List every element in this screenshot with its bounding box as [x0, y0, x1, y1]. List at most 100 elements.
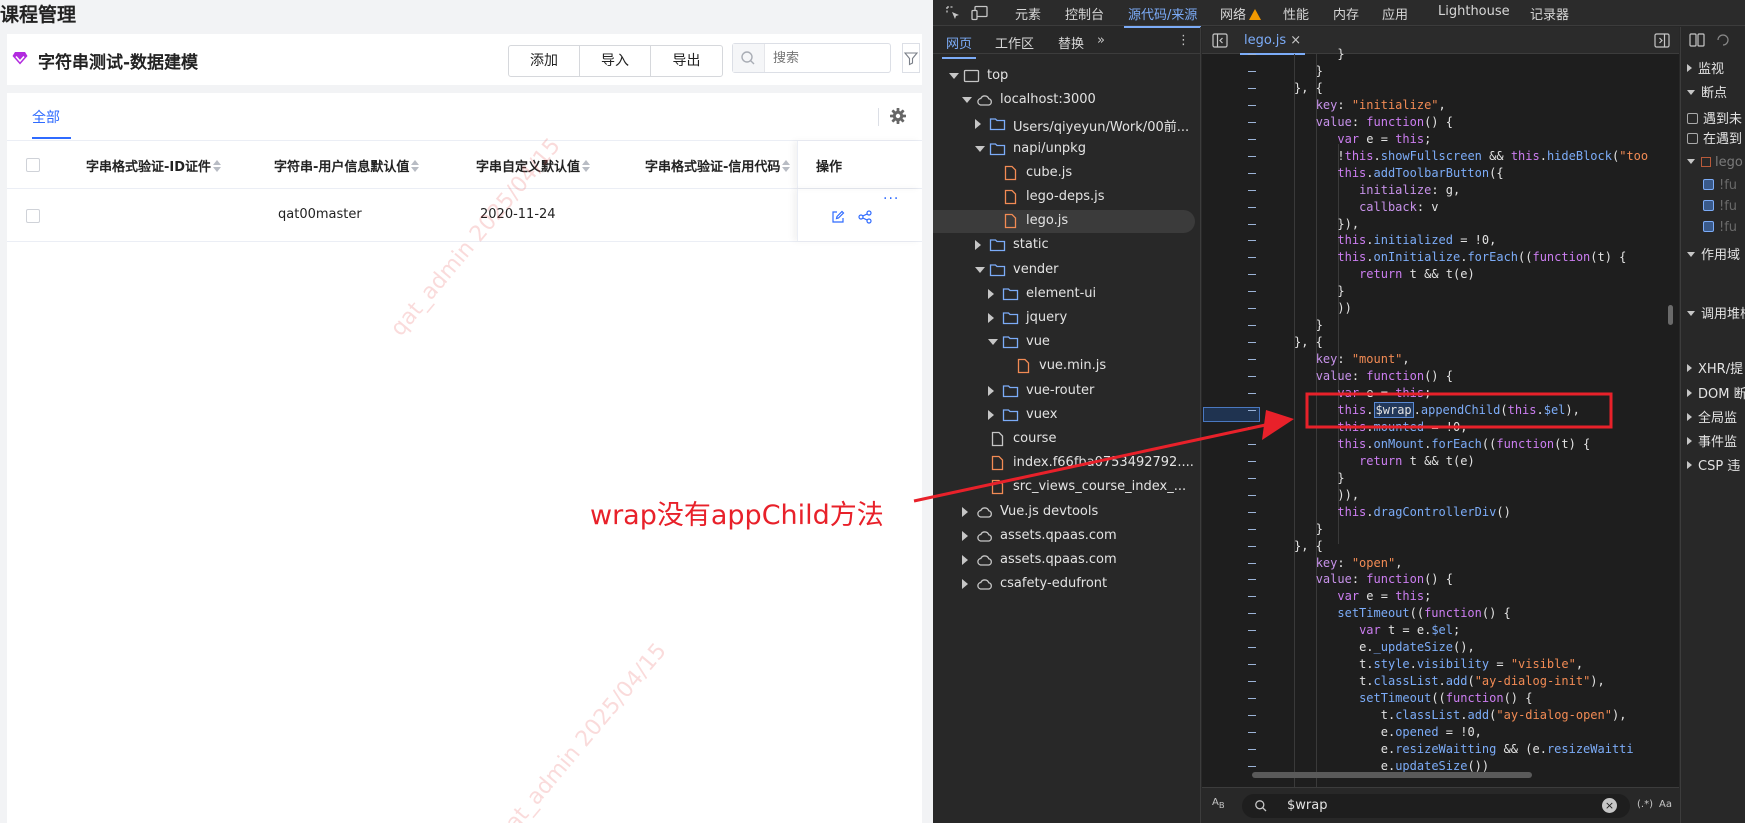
dom-breakpoints-section[interactable]: DOM 断 [1687, 383, 1745, 402]
file-tree-item[interactable]: vuex [933, 404, 1201, 427]
column-header-custom-default[interactable]: 字串自定义默认值 [476, 156, 591, 175]
import-button[interactable]: 导入 [580, 46, 651, 76]
tab-application[interactable]: 应用 [1382, 4, 1408, 23]
code-line[interactable]: e._updateSize(), [1359, 639, 1475, 656]
file-tree-item[interactable]: static [933, 234, 1201, 257]
clear-search-icon[interactable]: × [1602, 798, 1617, 813]
collapsed-chevron-icon[interactable] [988, 409, 994, 420]
line-number-marker[interactable] [1248, 376, 1256, 378]
toggle-debugger-icon[interactable] [1654, 33, 1670, 48]
tab-console[interactable]: 控制台 [1065, 4, 1104, 23]
code-line[interactable]: }, { [1294, 334, 1323, 351]
code-line[interactable]: } [1337, 283, 1344, 300]
file-tree-item[interactable]: csafety-edufront [933, 573, 1201, 596]
line-number-marker[interactable] [1248, 206, 1256, 208]
code-line[interactable]: t.classList.add("ay-dialog-open"), [1381, 707, 1627, 724]
file-tree-item[interactable]: lego-deps.js [933, 186, 1201, 209]
tab-elements[interactable]: 元素 [1015, 4, 1041, 23]
device-toolbar-icon[interactable] [971, 5, 989, 21]
file-tree-item[interactable]: cube.js [933, 162, 1201, 185]
regex-toggle-icon[interactable]: (.*) [1637, 799, 1653, 810]
code-line[interactable]: e.opened = !0, [1381, 724, 1482, 741]
tab-network[interactable]: 网络 [1220, 4, 1262, 23]
search-field[interactable]: $wrap × [1242, 794, 1630, 818]
add-button[interactable]: 添加 [509, 46, 580, 76]
gear-icon[interactable] [889, 107, 907, 125]
code-line[interactable]: var e = this; [1337, 385, 1431, 402]
breakpoint-item[interactable]: !fu [1703, 199, 1737, 214]
file-tree-item[interactable]: localhost:3000 [933, 89, 1201, 112]
code-line[interactable]: } [1316, 317, 1323, 334]
line-number-marker[interactable] [1248, 732, 1256, 733]
line-number-marker[interactable] [1248, 189, 1256, 191]
line-number-marker[interactable] [1248, 765, 1256, 767]
code-line[interactable]: value: function() { [1316, 571, 1453, 588]
code-line[interactable]: this. $wrap .appendChild(this.$el), [1337, 401, 1580, 419]
kebab-menu-icon[interactable]: ⋮ [1177, 33, 1190, 48]
line-number-marker[interactable] [1248, 70, 1256, 72]
line-number-marker[interactable] [1248, 443, 1256, 445]
code-line[interactable]: e.resizeWaitting && (e.resizeWaitti [1381, 741, 1634, 758]
code-line[interactable]: return t && t(e) [1359, 453, 1475, 470]
line-number-marker[interactable] [1248, 291, 1256, 293]
split-view-icon[interactable] [1689, 33, 1705, 47]
line-number-marker[interactable] [1248, 698, 1256, 700]
sort-icon[interactable] [411, 160, 420, 172]
line-number-marker[interactable] [1248, 155, 1256, 157]
row-checkbox[interactable] [26, 209, 40, 223]
code-line[interactable]: }), [1337, 216, 1359, 233]
file-tree-item[interactable]: index.f66fba0753492792.... [933, 452, 1201, 475]
search-input[interactable] [773, 48, 883, 68]
breakpoint-item[interactable]: !fu [1703, 178, 1737, 193]
line-number-marker[interactable] [1248, 460, 1256, 462]
file-tree-item[interactable]: Users/qiyeyun/Work/00前... [933, 113, 1201, 136]
line-number-marker[interactable] [1248, 138, 1256, 140]
code-line[interactable]: key: "initialize", [1316, 97, 1446, 114]
close-icon[interactable]: × [1290, 33, 1301, 48]
code-line[interactable]: }, { [1294, 80, 1323, 97]
line-number-marker[interactable] [1248, 223, 1256, 225]
code-line[interactable]: this.onInitialize.forEach((function(t) { [1337, 249, 1626, 266]
expanded-chevron-icon[interactable] [975, 145, 985, 152]
table-row[interactable]: qat00master 2020-11-24 ··· [7, 189, 922, 242]
toggle-navigator-icon[interactable] [1212, 33, 1228, 48]
editor-tab-lego-js[interactable]: lego.js × [1239, 33, 1306, 55]
replace-toggle-icon[interactable]: AB [1212, 797, 1225, 810]
line-number-marker[interactable] [1248, 596, 1256, 598]
file-tree-item[interactable]: vue [933, 331, 1201, 354]
line-number-marker[interactable] [1248, 748, 1256, 750]
line-number-marker[interactable] [1248, 494, 1256, 496]
more-tabs-chevron-icon[interactable]: » [1097, 33, 1105, 48]
code-line[interactable]: key: "open", [1316, 555, 1403, 572]
tab-workspace[interactable]: 工作区 [995, 33, 1034, 52]
code-line[interactable]: )), [1337, 487, 1359, 504]
collapsed-chevron-icon[interactable] [988, 313, 994, 323]
file-tree-item[interactable]: vender [933, 259, 1201, 282]
line-number-marker[interactable] [1248, 630, 1256, 632]
vertical-scrollbar[interactable] [1668, 305, 1673, 325]
code-line[interactable]: } [1316, 63, 1323, 80]
csp-breakpoints-section[interactable]: CSP 违 [1687, 455, 1740, 474]
pause-uncaught-checkbox[interactable]: 遇到未 [1687, 108, 1742, 127]
breakpoint-file[interactable]: lego [1687, 155, 1743, 170]
line-number-marker[interactable] [1248, 715, 1256, 717]
line-number-marker[interactable] [1248, 325, 1256, 327]
code-line[interactable]: this.initialized = !0, [1337, 232, 1496, 249]
sort-icon[interactable] [213, 160, 222, 172]
line-number-marker[interactable] [1248, 121, 1256, 123]
tab-all[interactable]: 全部 [32, 107, 60, 127]
watch-section[interactable]: 监视 [1687, 58, 1724, 77]
line-number-marker[interactable] [1248, 477, 1256, 479]
share-icon[interactable] [858, 210, 872, 224]
edit-icon[interactable] [831, 210, 845, 224]
line-number-marker[interactable] [1248, 545, 1256, 547]
file-tree-item[interactable]: napi/unpkg [933, 138, 1201, 161]
file-tree-item[interactable]: lego.js [933, 210, 1195, 234]
line-number-marker[interactable] [1248, 613, 1256, 615]
line-number-marker[interactable] [1248, 426, 1256, 428]
collapsed-chevron-icon[interactable] [962, 530, 968, 541]
line-number-marker[interactable] [1248, 511, 1256, 513]
line-number-marker[interactable] [1248, 528, 1256, 530]
code-line[interactable]: value: function() { [1316, 368, 1453, 385]
match-case-icon[interactable]: Aa [1659, 799, 1672, 810]
